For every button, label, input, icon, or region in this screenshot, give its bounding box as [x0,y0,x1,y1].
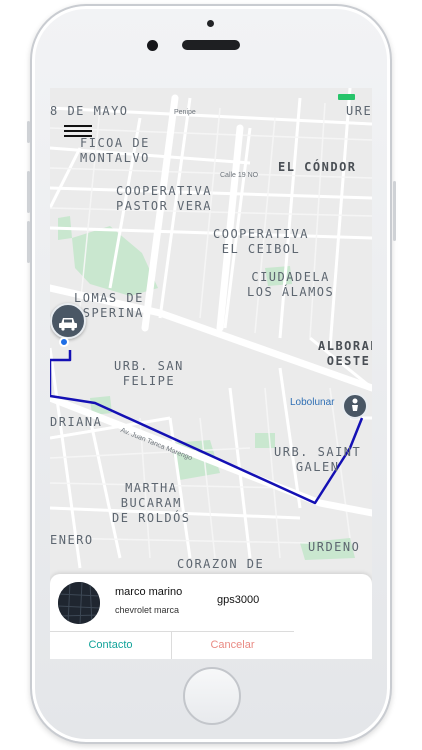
car-icon [59,318,77,331]
menu-icon[interactable] [64,125,92,141]
app-screen: 8 DE MAYO FICOA DE MONTALVO EL CÓNDOR UR… [50,88,372,659]
street-label-penipe: Penipe [174,109,196,116]
volume-down-button [27,221,30,263]
map-label-urb-saint-galen: URB. SAINT GALEN [274,445,362,474]
driver-name: marco marino [115,586,183,598]
driver-avatar [58,582,100,624]
front-camera [147,40,158,51]
taxi-marker[interactable] [50,303,86,339]
vehicle-plate: gps3000 [217,594,260,606]
map-label-adriana: DRIANA [50,415,103,429]
map-label-coop-el-ceibol: COOPERATIVA EL CEIBOL [213,227,309,256]
map-label-alborada: ALBORAD OESTE [318,339,372,368]
battery-indicator [338,94,355,100]
poi-label: Lobolunar [290,397,335,408]
map-label-urb-san-felipe: URB. SAN FELIPE [114,359,184,388]
map-label-coop-pastor-vera: COOPERATIVA PASTOR VERA [116,184,212,213]
earpiece-speaker [182,40,240,50]
map-label-8-de-mayo: 8 DE MAYO [50,104,129,118]
map-label-martha: MARTHA BUCARAM DE ROLDÓS [112,481,191,525]
map-label-enero: ENERO [50,533,94,547]
vehicle-model: chevrolet marca [115,605,180,615]
map-label-ure: URE [346,104,372,118]
mute-switch [27,121,30,143]
home-button[interactable] [183,667,241,725]
destination-marker[interactable] [342,393,368,419]
proximity-sensor [207,20,214,27]
person-icon [352,398,358,411]
power-button [393,181,396,241]
contact-button[interactable]: Contacto [50,632,171,659]
current-location-dot [59,337,69,347]
map-label-corazon: CORAZON DE [177,557,265,571]
volume-up-button [27,171,30,213]
map-label-urdeno: URDENO [308,540,361,554]
map-thumbnail-icon [58,582,100,624]
cancel-button[interactable]: Cancelar [172,632,293,659]
map-label-el-condor: EL CÓNDOR [278,160,357,174]
driver-card: marco marino chevrolet marca gps3000 Con… [50,574,372,659]
map-label-ciudadela: CIUDADELA LOS ÁLAMOS [247,270,335,299]
street-label-calle-19: Calle 19 NO [220,172,259,179]
